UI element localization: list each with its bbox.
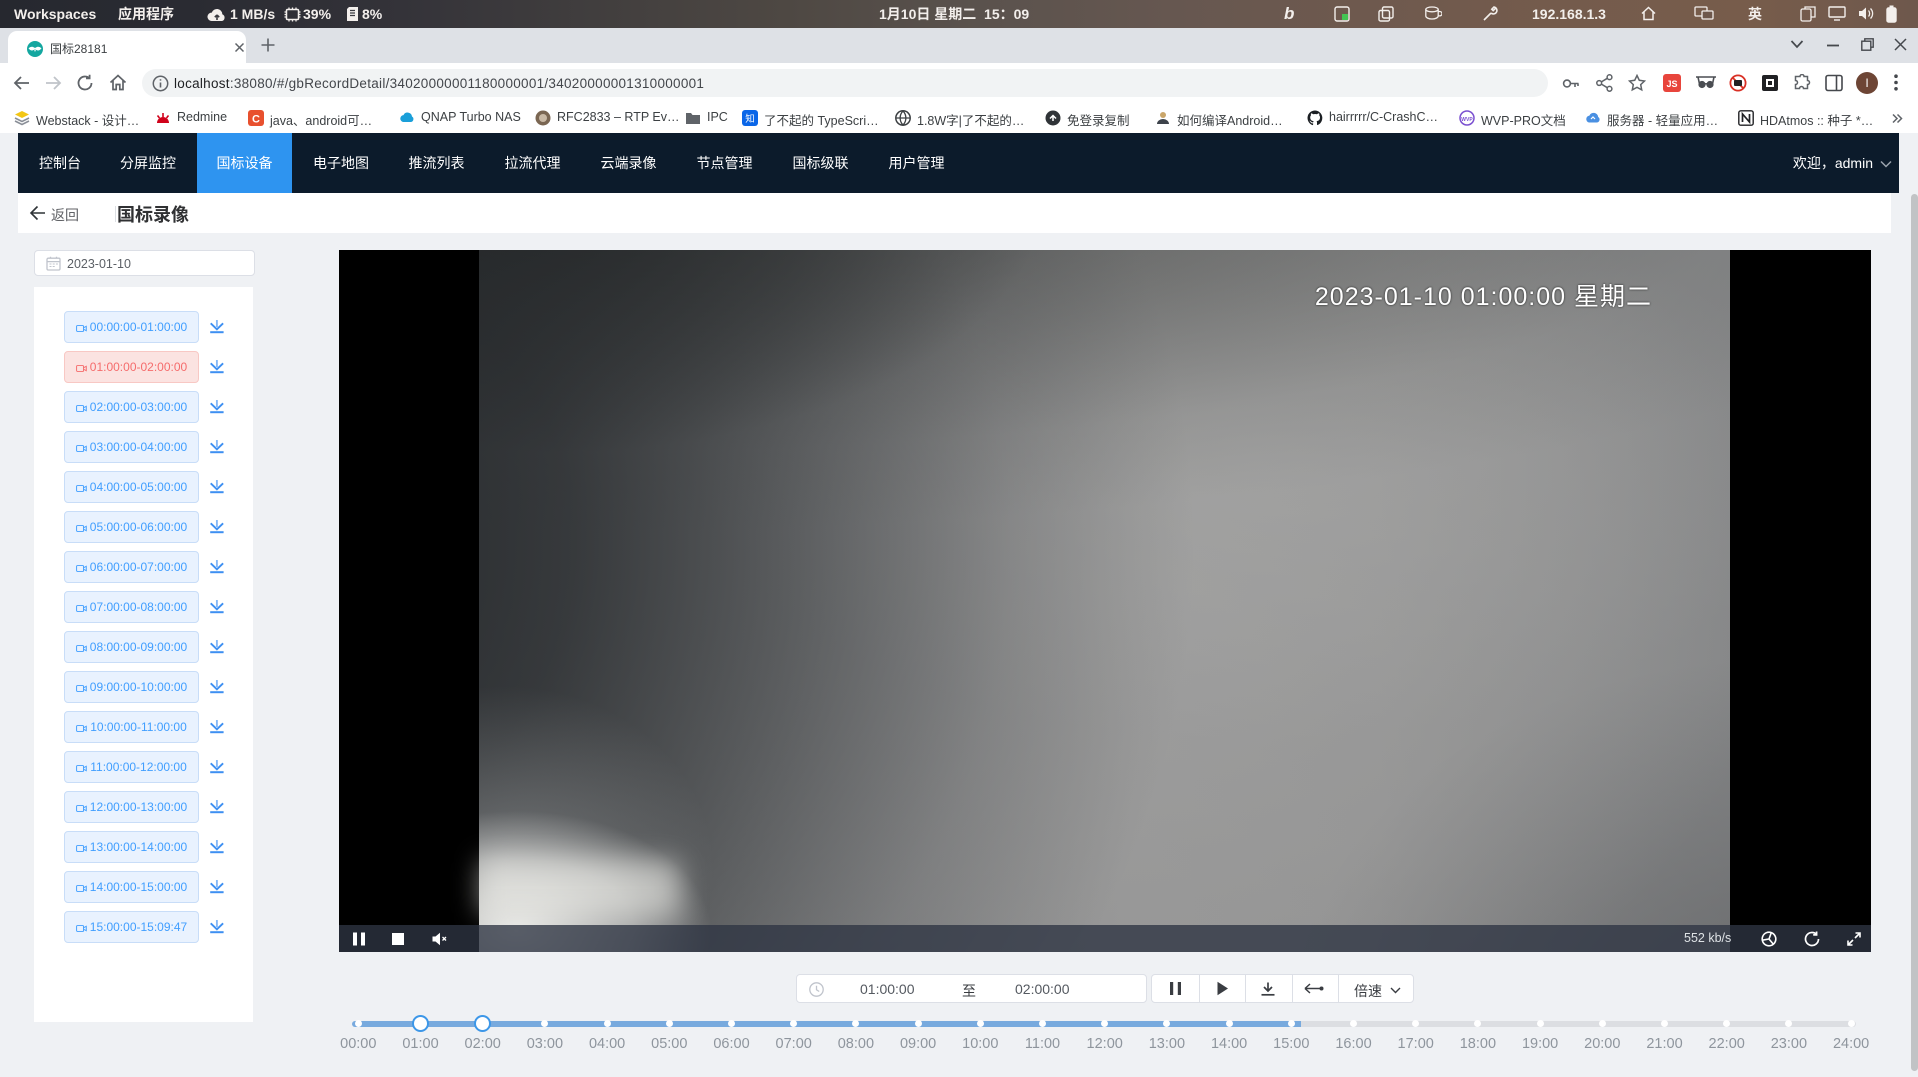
svg-text:C: C xyxy=(252,114,260,126)
svg-text:WVP: WVP xyxy=(1461,117,1473,123)
svg-text:JS: JS xyxy=(1666,79,1677,89)
svg-text:知: 知 xyxy=(745,113,755,125)
